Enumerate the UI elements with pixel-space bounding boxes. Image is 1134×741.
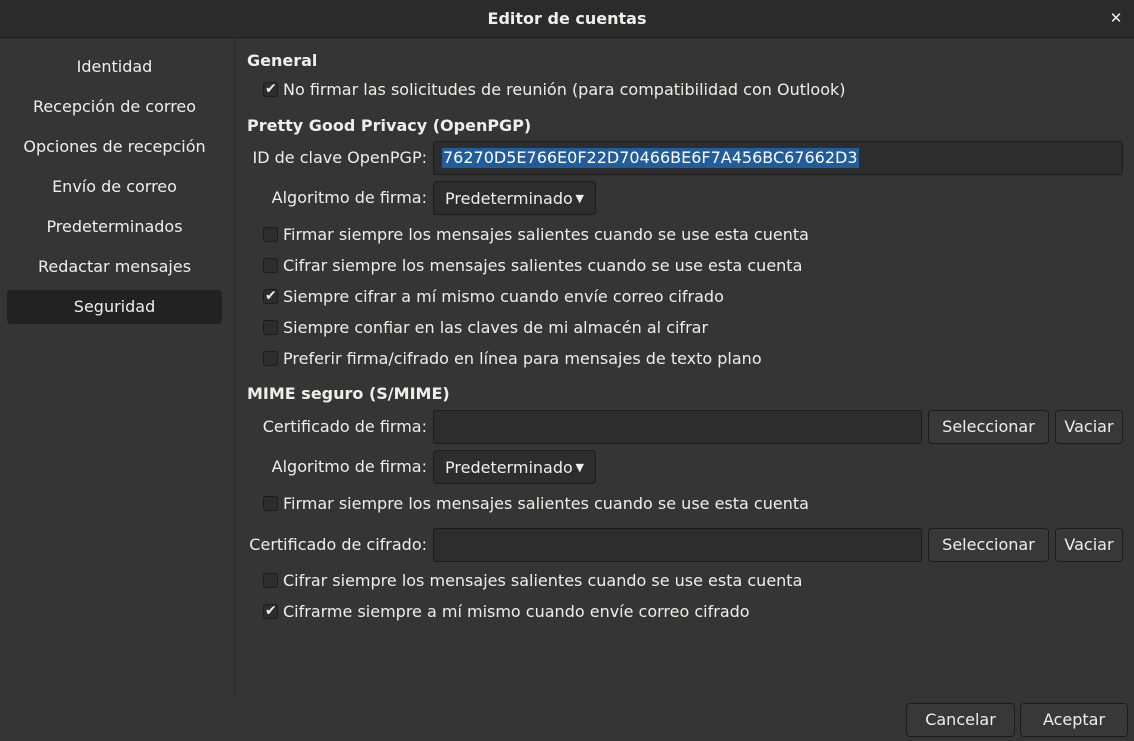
chevron-down-icon: ▼ — [575, 461, 584, 474]
smime-sign-cert-input[interactable] — [433, 410, 922, 444]
security-panel: General ✔ No firmar las solicitudes de r… — [235, 38, 1134, 698]
check-icon: ✔ — [265, 81, 277, 97]
smime-sign-algorithm-combo[interactable]: Predeterminado ▼ — [433, 450, 596, 484]
checkbox-label: Cifrar siempre los mensajes salientes cu… — [283, 571, 803, 590]
sidebar-item-recepcion-correo[interactable]: Recepción de correo — [7, 90, 222, 124]
smime-enc-cert-label: Certificado de cifrado: — [249, 535, 427, 554]
pgp-sign-algorithm-label: Algoritmo de firma: — [271, 188, 427, 207]
section-heading-general: General — [247, 51, 318, 70]
checkbox-box[interactable]: ✔ — [263, 81, 278, 97]
checkbox-box[interactable] — [263, 227, 278, 242]
smime-sign-cert-value — [442, 417, 444, 437]
checkbox-label: Cifrar siempre los mensajes salientes cu… — [283, 256, 803, 275]
section-heading-smime: MIME seguro (S/MIME) — [247, 384, 450, 403]
openpgp-key-id-value: 76270D5E766E0F22D70466BE6F7A456BC67662D3 — [442, 148, 859, 168]
checkbox-box[interactable] — [263, 351, 278, 366]
checkbox-box[interactable] — [263, 573, 278, 588]
combo-value: Predeterminado — [445, 458, 573, 477]
smime-sign-clear-button[interactable]: Vaciar — [1055, 410, 1123, 444]
smime-sign-cert-label: Certificado de firma: — [262, 417, 427, 436]
checkbox-label: Siempre confiar en las claves de mi alma… — [283, 318, 709, 337]
checkbox-label: Cifrarme siempre a mí mismo cuando envíe… — [283, 602, 750, 621]
checkbox-label: Siempre cifrar a mí mismo cuando envíe c… — [283, 287, 724, 306]
pgp-sign-algorithm-combo[interactable]: Predeterminado ▼ — [433, 181, 596, 215]
title-bar: Editor de cuentas ✕ — [0, 0, 1134, 38]
check-icon: ✔ — [265, 603, 277, 619]
sidebar-item-identidad[interactable]: Identidad — [7, 50, 222, 84]
sidebar-item-opciones-recepcion[interactable]: Opciones de recepción — [7, 130, 222, 164]
chevron-down-icon: ▼ — [575, 192, 584, 205]
combo-value: Predeterminado — [445, 189, 573, 208]
sidebar-item-seguridad[interactable]: Seguridad — [7, 290, 222, 324]
checkbox-box[interactable]: ✔ — [263, 288, 278, 304]
openpgp-key-id-input[interactable]: 76270D5E766E0F22D70466BE6F7A456BC67662D3 — [433, 141, 1123, 175]
window-title: Editor de cuentas — [487, 9, 647, 28]
checkbox-label: Firmar siempre los mensajes salientes cu… — [283, 494, 809, 513]
openpgp-key-id-label: ID de clave OpenPGP: — [252, 148, 427, 167]
cancel-button[interactable]: Cancelar — [906, 703, 1015, 737]
sidebar: Identidad Recepción de correo Opciones d… — [0, 38, 230, 698]
section-heading-openpgp: Pretty Good Privacy (OpenPGP) — [247, 116, 532, 135]
smime-enc-clear-button[interactable]: Vaciar — [1055, 528, 1123, 562]
checkbox-label: Preferir firma/cifrado en línea para men… — [283, 349, 762, 368]
checkbox-box[interactable]: ✔ — [263, 603, 278, 619]
smime-enc-select-button[interactable]: Seleccionar — [928, 528, 1049, 562]
smime-enc-cert-value — [442, 535, 444, 555]
checkbox-box[interactable] — [263, 496, 278, 511]
sidebar-item-envio-correo[interactable]: Envío de correo — [7, 170, 222, 204]
smime-sign-algorithm-label: Algoritmo de firma: — [271, 457, 427, 476]
checkbox-box[interactable] — [263, 320, 278, 335]
checkbox-label: No firmar las solicitudes de reunión (pa… — [283, 80, 846, 99]
accept-button[interactable]: Aceptar — [1020, 703, 1128, 737]
smime-enc-cert-input[interactable] — [433, 528, 922, 562]
smime-sign-select-button[interactable]: Seleccionar — [928, 410, 1049, 444]
sidebar-item-predeterminados[interactable]: Predeterminados — [7, 210, 222, 244]
sidebar-item-redactar-mensajes[interactable]: Redactar mensajes — [7, 250, 222, 284]
checkbox-box[interactable] — [263, 258, 278, 273]
check-icon: ✔ — [265, 288, 277, 304]
close-icon[interactable]: ✕ — [1106, 8, 1126, 28]
checkbox-label: Firmar siempre los mensajes salientes cu… — [283, 225, 809, 244]
